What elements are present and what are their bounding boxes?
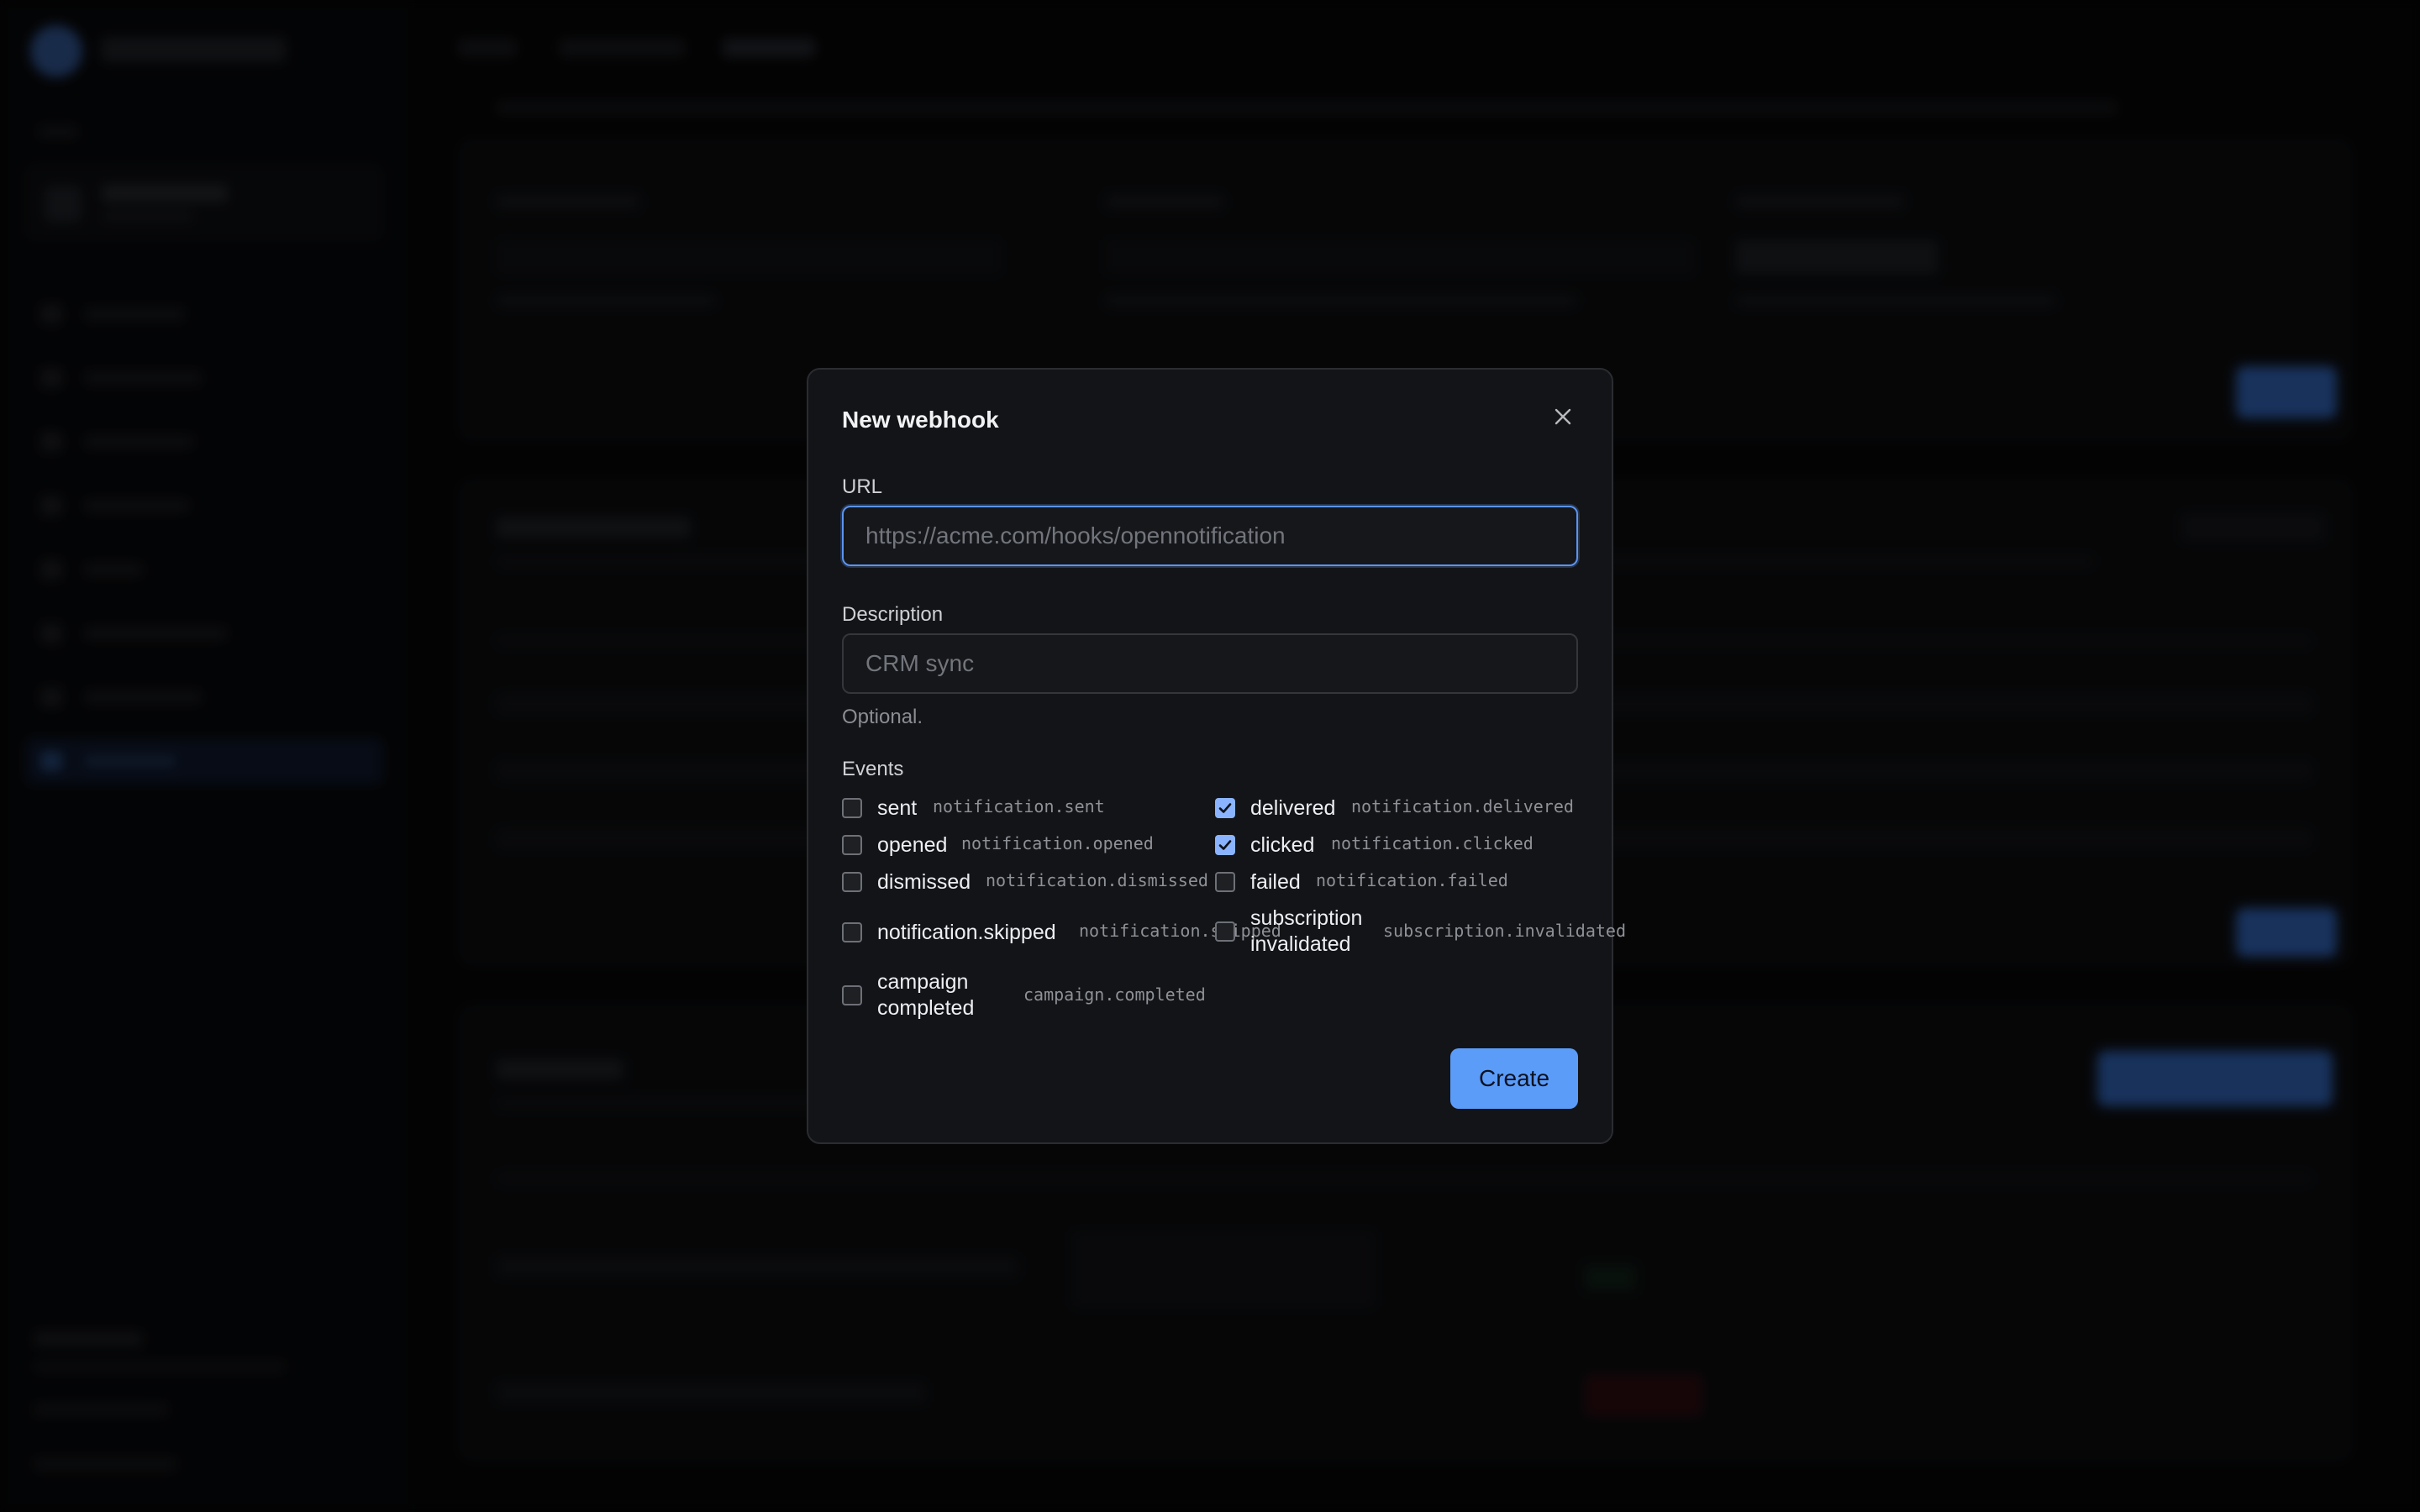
- event-code: notification.delivered: [1351, 796, 1574, 816]
- event-label-line: completed: [877, 996, 975, 1020]
- event-label: campaign completed: [877, 969, 974, 1021]
- event-code: notification.sent: [933, 796, 1105, 816]
- url-label: URL: [842, 475, 883, 498]
- event-label: clicked: [1250, 833, 1315, 857]
- event-option-sent[interactable]: sent: [842, 795, 917, 822]
- close-button[interactable]: [1548, 402, 1578, 432]
- dialog-title: New webhook: [842, 407, 999, 433]
- events-label: Events: [842, 758, 904, 780]
- event-label: dismissed: [877, 870, 971, 894]
- event-label: notification.skipped: [877, 921, 1056, 944]
- event-checkbox[interactable]: [842, 872, 862, 892]
- description-hint: Optional.: [842, 706, 923, 728]
- event-label: failed: [1250, 870, 1301, 894]
- event-checkbox-checked[interactable]: [1215, 798, 1235, 818]
- event-label: opened: [877, 833, 948, 857]
- event-option-dismissed[interactable]: dismissed: [842, 869, 971, 895]
- event-checkbox-checked[interactable]: [1215, 835, 1235, 855]
- event-checkbox[interactable]: [842, 985, 862, 1005]
- event-code: notification.clicked: [1331, 833, 1534, 853]
- event-checkbox[interactable]: [842, 835, 862, 855]
- description-input[interactable]: [842, 633, 1578, 694]
- event-code: campaign.completed: [1023, 984, 1206, 1005]
- event-label-line: invalidated: [1250, 932, 1351, 956]
- event-option-failed[interactable]: failed: [1215, 869, 1301, 895]
- event-label-line: subscription: [1250, 906, 1363, 930]
- event-code: notification.opened: [961, 833, 1154, 853]
- event-option-opened[interactable]: opened: [842, 832, 947, 858]
- new-webhook-dialog: New webhook URL Description Optional. Ev…: [807, 368, 1626, 1144]
- event-label: delivered: [1250, 796, 1336, 820]
- event-option-subscription-invalidated[interactable]: subscription invalidated: [1215, 906, 1362, 958]
- event-checkbox[interactable]: [1215, 872, 1235, 892]
- event-option-campaign-completed[interactable]: campaign completed: [842, 969, 974, 1021]
- event-code: notification.failed: [1316, 870, 1508, 890]
- event-code: subscription.invalidated: [1383, 921, 1626, 941]
- description-label: Description: [842, 603, 944, 626]
- event-checkbox[interactable]: [1215, 921, 1235, 942]
- event-label: subscription invalidated: [1250, 906, 1362, 958]
- event-code: notification.dismissed: [986, 870, 1208, 890]
- event-label: sent: [877, 796, 918, 820]
- event-checkbox[interactable]: [842, 922, 862, 942]
- event-option-notification-skipped[interactable]: notification.skipped: [842, 919, 1056, 946]
- event-option-delivered[interactable]: delivered: [1215, 795, 1335, 822]
- event-checkbox[interactable]: [842, 798, 862, 818]
- close-icon: [1555, 408, 1571, 425]
- url-input[interactable]: [842, 506, 1578, 566]
- event-option-clicked[interactable]: clicked: [1215, 832, 1314, 858]
- check-icon: [1218, 840, 1232, 850]
- event-label-line: campaign: [877, 970, 969, 994]
- check-icon: [1218, 803, 1232, 813]
- create-button[interactable]: Create: [1450, 1048, 1578, 1109]
